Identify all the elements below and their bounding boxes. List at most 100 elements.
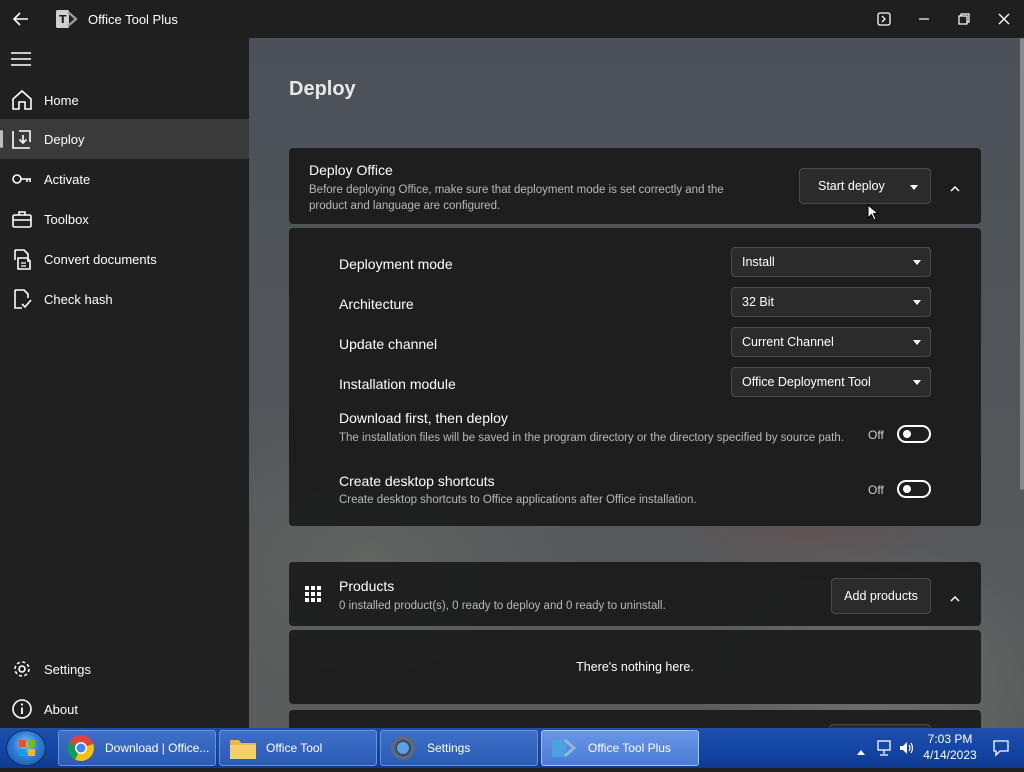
- update-channel-value: Current Channel: [742, 335, 834, 349]
- products-summary: 0 installed product(s), 0 ready to deplo…: [339, 600, 666, 612]
- show-hidden-icons-button[interactable]: [856, 743, 866, 761]
- start-deploy-button[interactable]: Start deploy: [799, 168, 931, 204]
- taskbar-item-office-tool-folder[interactable]: Office Tool: [219, 730, 377, 766]
- window-title: Office Tool Plus: [88, 11, 178, 27]
- back-arrow-icon: [13, 12, 28, 26]
- products-collapse-button[interactable]: [949, 590, 963, 602]
- desktop-shortcuts-toggle[interactable]: [897, 480, 931, 498]
- architecture-label: Architecture: [339, 296, 414, 312]
- clock[interactable]: 7:03 PM 4/14/2023: [920, 731, 980, 763]
- start-deploy-label: Start deploy: [818, 179, 885, 193]
- sidebar-item-label: Deploy: [44, 131, 85, 147]
- sidebar-item-label: Check hash: [44, 291, 113, 307]
- check-hash-icon: [0, 279, 44, 319]
- close-icon: [998, 13, 1010, 25]
- taskbar-item-label: Settings: [427, 741, 471, 755]
- installation-module-value: Office Deployment Tool: [742, 375, 871, 389]
- toggle-knob: [903, 430, 911, 438]
- sidebar-item-settings[interactable]: Settings: [0, 649, 249, 689]
- windows-logo-icon: [19, 740, 35, 756]
- menu-toggle-button[interactable]: [10, 50, 32, 68]
- toolbox-icon: [0, 199, 44, 239]
- action-center-button[interactable]: [992, 739, 1010, 762]
- sidebar-item-about[interactable]: About: [0, 689, 249, 729]
- chevron-down-icon: [910, 185, 918, 190]
- settings-app-icon: [389, 732, 421, 764]
- taskbar-item-label: Office Tool: [266, 741, 323, 755]
- home-icon: [0, 80, 44, 120]
- sidebar-item-convert-documents[interactable]: Convert documents: [0, 239, 249, 279]
- sidebar: Home Deploy Activate Toolbox Convert doc…: [0, 38, 249, 728]
- download-first-toggle[interactable]: [897, 425, 931, 443]
- logo-letter: T: [59, 13, 67, 26]
- sidebar-item-label: Settings: [44, 661, 91, 677]
- add-products-label: Add products: [844, 589, 918, 603]
- update-channel-select[interactable]: Current Channel: [731, 327, 931, 357]
- sidebar-item-deploy[interactable]: Deploy: [0, 119, 249, 159]
- taskbar-item-chrome[interactable]: Download | Office...: [58, 730, 216, 766]
- folder-icon: [228, 732, 260, 764]
- desktop-shortcuts-label: Create desktop shortcuts: [339, 473, 495, 489]
- mouse-cursor-icon: [867, 204, 879, 221]
- hamburger-icon: [11, 52, 31, 66]
- update-channel-label: Update channel: [339, 336, 438, 352]
- sidebar-item-home[interactable]: Home: [0, 80, 249, 120]
- deploy-office-description: Before deploying Office, make sure that …: [309, 184, 724, 212]
- sidebar-item-label: Toolbox: [44, 211, 89, 227]
- sidebar-item-label: About: [44, 701, 78, 717]
- close-button[interactable]: [984, 0, 1024, 38]
- office-tool-plus-icon: [550, 732, 582, 764]
- taskbar-item-office-tool-plus[interactable]: Office Tool Plus: [541, 730, 699, 766]
- back-button[interactable]: [0, 0, 42, 38]
- chevron-down-icon: [913, 260, 921, 265]
- deployment-mode-select[interactable]: Install: [731, 247, 931, 277]
- collapse-button[interactable]: [949, 180, 963, 192]
- taskbar-item-label: Download | Office...: [105, 741, 210, 755]
- installation-module-label: Installation module: [339, 376, 456, 392]
- picture-in-picture-icon: [877, 12, 891, 26]
- deployment-mode-label: Deployment mode: [339, 256, 453, 272]
- compact-overlay-button[interactable]: [864, 0, 904, 38]
- minimize-button[interactable]: [904, 0, 944, 38]
- key-icon: [0, 159, 44, 199]
- sidebar-item-check-hash[interactable]: Check hash: [0, 279, 249, 319]
- app-logo-icon: T: [56, 9, 78, 29]
- taskbar-item-settings[interactable]: Settings: [380, 730, 538, 766]
- sidebar-item-activate[interactable]: Activate: [0, 159, 249, 199]
- sidebar-item-label: Convert documents: [44, 251, 157, 267]
- start-button[interactable]: [6, 730, 46, 766]
- desktop-shortcuts-state: Off: [868, 483, 884, 497]
- network-icon[interactable]: [876, 739, 894, 762]
- convert-documents-icon: [0, 239, 44, 279]
- sidebar-item-toolbox[interactable]: Toolbox: [0, 199, 249, 239]
- taskbar-item-label: Office Tool Plus: [588, 741, 671, 755]
- volume-icon[interactable]: [898, 739, 916, 762]
- chevron-up-icon: [950, 185, 960, 192]
- gear-icon: [0, 649, 44, 689]
- chevron-up-icon: [950, 595, 960, 602]
- taskbar: Download | Office... Office Tool Setting…: [0, 728, 1024, 768]
- products-card: Products 0 installed product(s), 0 ready…: [289, 562, 981, 626]
- deployment-mode-value: Install: [742, 255, 775, 269]
- add-products-button[interactable]: Add products: [831, 578, 931, 614]
- chevron-down-icon: [913, 300, 921, 305]
- download-first-label: Download first, then deploy: [339, 410, 508, 426]
- sidebar-item-label: Activate: [44, 171, 91, 187]
- triangle-up-icon: [857, 750, 865, 755]
- installation-module-select[interactable]: Office Deployment Tool: [731, 367, 931, 397]
- download-first-state: Off: [868, 428, 884, 442]
- apps-grid-icon: [305, 586, 321, 607]
- deploy-office-title: Deploy Office: [309, 162, 393, 178]
- info-icon: [0, 689, 44, 729]
- scrollbar[interactable]: [1020, 38, 1024, 490]
- deploy-settings-card: Deployment mode Install Architecture 32 …: [289, 228, 981, 526]
- architecture-select[interactable]: 32 Bit: [731, 287, 931, 317]
- minimize-icon: [919, 18, 929, 20]
- restore-button[interactable]: [944, 0, 984, 38]
- empty-state-text: There's nothing here.: [576, 660, 694, 674]
- sidebar-item-label: Home: [44, 92, 79, 108]
- products-list: There's nothing here.: [289, 630, 981, 704]
- deploy-icon: [0, 119, 44, 159]
- chrome-icon: [67, 732, 99, 764]
- desktop-shortcuts-description: Create desktop shortcuts to Office appli…: [339, 494, 697, 506]
